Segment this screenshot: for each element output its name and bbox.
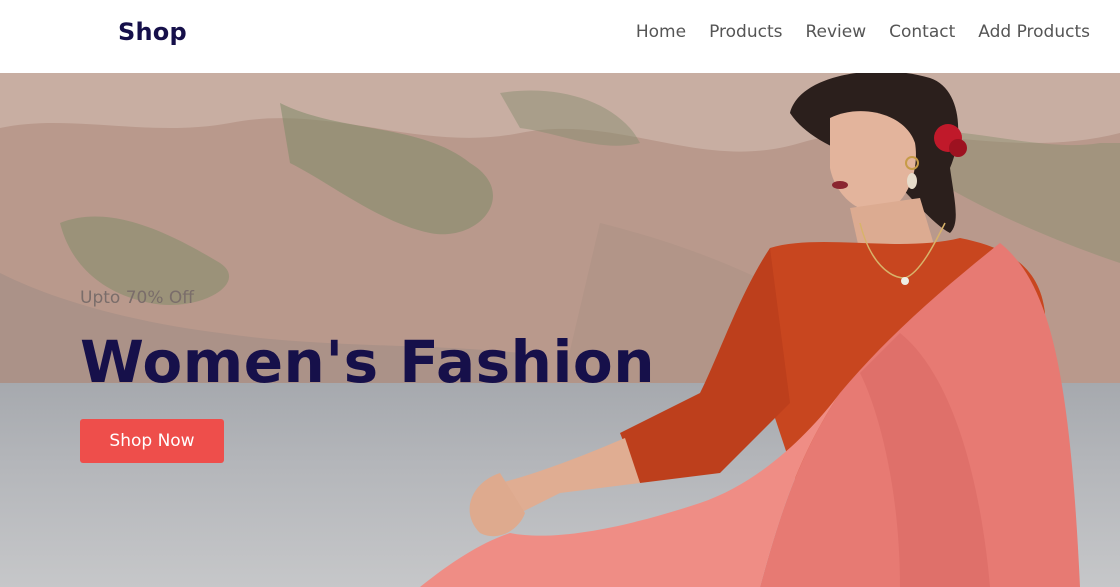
hero-banner: Upto 70% Off Women's Fashion Shop Now [0,73,1120,587]
hero-discount-text: Upto 70% Off [80,288,194,308]
nav-link-home[interactable]: Home [636,22,686,42]
nav-link-add-products[interactable]: Add Products [978,22,1090,42]
nav-link-contact[interactable]: Contact [889,22,955,42]
navbar: Shop Home Products Review Contact Add Pr… [0,0,1120,73]
hero-title: Women's Fashion [80,328,655,396]
nav-link-products[interactable]: Products [709,22,782,42]
site-logo[interactable]: Shop [118,18,187,46]
main-nav: Home Products Review Contact Add Product… [613,22,1090,42]
shop-now-button[interactable]: Shop Now [80,419,224,463]
nav-link-review[interactable]: Review [805,22,866,42]
